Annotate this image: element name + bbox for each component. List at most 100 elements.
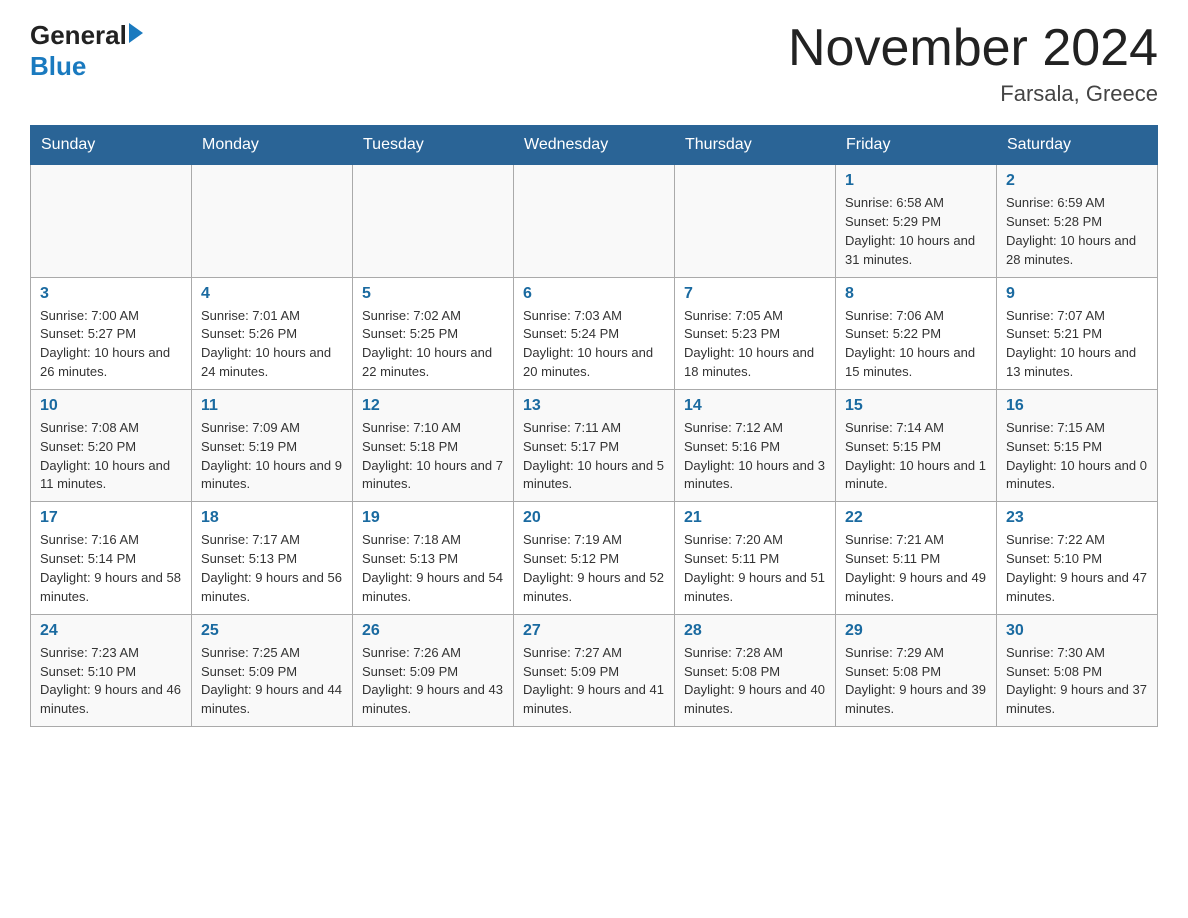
col-wednesday: Wednesday	[514, 126, 675, 165]
calendar-cell	[675, 165, 836, 277]
day-number: 20	[523, 509, 665, 527]
day-number: 18	[201, 509, 343, 527]
day-number: 19	[362, 509, 504, 527]
day-number: 23	[1006, 509, 1148, 527]
day-info: Sunrise: 7:05 AMSunset: 5:23 PMDaylight:…	[684, 307, 826, 382]
col-saturday: Saturday	[997, 126, 1158, 165]
col-monday: Monday	[192, 126, 353, 165]
day-number: 4	[201, 285, 343, 303]
calendar-cell: 6 Sunrise: 7:03 AMSunset: 5:24 PMDaylight…	[514, 277, 675, 389]
calendar-table: Sunday Monday Tuesday Wednesday Thursday…	[30, 125, 1158, 727]
day-number: 15	[845, 397, 987, 415]
day-number: 2	[1006, 172, 1148, 190]
col-friday: Friday	[836, 126, 997, 165]
day-number: 9	[1006, 285, 1148, 303]
day-info: Sunrise: 7:22 AMSunset: 5:10 PMDaylight:…	[1006, 531, 1148, 606]
day-info: Sunrise: 7:11 AMSunset: 5:17 PMDaylight:…	[523, 419, 665, 494]
calendar-cell: 22 Sunrise: 7:21 AMSunset: 5:11 PMDayligh…	[836, 502, 997, 614]
page-header: General Blue November 2024 Farsala, Gree…	[30, 20, 1158, 107]
day-info: Sunrise: 7:19 AMSunset: 5:12 PMDaylight:…	[523, 531, 665, 606]
day-number: 5	[362, 285, 504, 303]
day-info: Sunrise: 7:29 AMSunset: 5:08 PMDaylight:…	[845, 644, 987, 719]
calendar-cell: 12Sunrise: 7:10 AMSunset: 5:18 PMDayligh…	[353, 389, 514, 501]
calendar-cell: 23 Sunrise: 7:22 AMSunset: 5:10 PMDayligh…	[997, 502, 1158, 614]
month-year-title: November 2024	[788, 20, 1158, 77]
calendar-cell: 15 Sunrise: 7:14 AMSunset: 5:15 PMDayligh…	[836, 389, 997, 501]
calendar-cell: 16Sunrise: 7:15 AMSunset: 5:15 PMDayligh…	[997, 389, 1158, 501]
calendar-cell: 9 Sunrise: 7:07 AMSunset: 5:21 PMDaylight…	[997, 277, 1158, 389]
day-info: Sunrise: 7:16 AMSunset: 5:14 PMDaylight:…	[40, 531, 182, 606]
calendar-week-3: 10Sunrise: 7:08 AMSunset: 5:20 PMDayligh…	[31, 389, 1158, 501]
day-info: Sunrise: 7:08 AMSunset: 5:20 PMDaylight:…	[40, 419, 182, 494]
calendar-cell: 25Sunrise: 7:25 AMSunset: 5:09 PMDayligh…	[192, 614, 353, 726]
day-number: 28	[684, 622, 826, 640]
calendar-cell: 17Sunrise: 7:16 AMSunset: 5:14 PMDayligh…	[31, 502, 192, 614]
day-info: Sunrise: 7:01 AMSunset: 5:26 PMDaylight:…	[201, 307, 343, 382]
calendar-cell: 26 Sunrise: 7:26 AMSunset: 5:09 PMDayligh…	[353, 614, 514, 726]
day-info: Sunrise: 7:27 AMSunset: 5:09 PMDaylight:…	[523, 644, 665, 719]
day-number: 14	[684, 397, 826, 415]
calendar-body: 1 Sunrise: 6:58 AMSunset: 5:29 PMDaylight…	[31, 165, 1158, 727]
day-number: 25	[201, 622, 343, 640]
day-number: 6	[523, 285, 665, 303]
day-number: 16	[1006, 397, 1148, 415]
calendar-cell: 3Sunrise: 7:00 AMSunset: 5:27 PMDaylight…	[31, 277, 192, 389]
logo: General Blue	[30, 20, 143, 82]
logo-arrow-icon	[129, 23, 143, 43]
calendar-cell: 13Sunrise: 7:11 AMSunset: 5:17 PMDayligh…	[514, 389, 675, 501]
calendar-cell: 18 Sunrise: 7:17 AMSunset: 5:13 PMDayligh…	[192, 502, 353, 614]
day-info: Sunrise: 7:17 AMSunset: 5:13 PMDaylight:…	[201, 531, 343, 606]
calendar-cell: 1 Sunrise: 6:58 AMSunset: 5:29 PMDaylight…	[836, 165, 997, 277]
day-info: Sunrise: 7:00 AMSunset: 5:27 PMDaylight:…	[40, 307, 182, 382]
calendar-cell: 27Sunrise: 7:27 AMSunset: 5:09 PMDayligh…	[514, 614, 675, 726]
day-number: 21	[684, 509, 826, 527]
calendar-cell	[353, 165, 514, 277]
day-info: Sunrise: 7:28 AMSunset: 5:08 PMDaylight:…	[684, 644, 826, 719]
col-thursday: Thursday	[675, 126, 836, 165]
day-number: 24	[40, 622, 182, 640]
calendar-cell: 24 Sunrise: 7:23 AMSunset: 5:10 PMDayligh…	[31, 614, 192, 726]
title-block: November 2024 Farsala, Greece	[788, 20, 1158, 107]
day-info: Sunrise: 7:03 AMSunset: 5:24 PMDaylight:…	[523, 307, 665, 382]
day-info: Sunrise: 7:20 AMSunset: 5:11 PMDaylight:…	[684, 531, 826, 606]
calendar-cell: 19 Sunrise: 7:18 AMSunset: 5:13 PMDayligh…	[353, 502, 514, 614]
day-info: Sunrise: 7:14 AMSunset: 5:15 PMDaylight:…	[845, 419, 987, 494]
day-info: Sunrise: 7:12 AMSunset: 5:16 PMDaylight:…	[684, 419, 826, 494]
calendar-cell: 5Sunrise: 7:02 AMSunset: 5:25 PMDaylight…	[353, 277, 514, 389]
calendar-cell: 8 Sunrise: 7:06 AMSunset: 5:22 PMDaylight…	[836, 277, 997, 389]
day-number: 8	[845, 285, 987, 303]
calendar-week-2: 3Sunrise: 7:00 AMSunset: 5:27 PMDaylight…	[31, 277, 1158, 389]
day-info: Sunrise: 7:26 AMSunset: 5:09 PMDaylight:…	[362, 644, 504, 719]
day-info: Sunrise: 7:30 AMSunset: 5:08 PMDaylight:…	[1006, 644, 1148, 719]
day-number: 30	[1006, 622, 1148, 640]
day-info: Sunrise: 7:06 AMSunset: 5:22 PMDaylight:…	[845, 307, 987, 382]
day-info: Sunrise: 6:58 AMSunset: 5:29 PMDaylight:…	[845, 194, 987, 269]
day-info: Sunrise: 7:21 AMSunset: 5:11 PMDaylight:…	[845, 531, 987, 606]
calendar-cell: 14 Sunrise: 7:12 AMSunset: 5:16 PMDayligh…	[675, 389, 836, 501]
calendar-cell: 7Sunrise: 7:05 AMSunset: 5:23 PMDaylight…	[675, 277, 836, 389]
logo-blue: Blue	[30, 51, 143, 82]
calendar-cell: 20 Sunrise: 7:19 AMSunset: 5:12 PMDayligh…	[514, 502, 675, 614]
logo-general: General	[30, 20, 127, 51]
day-number: 26	[362, 622, 504, 640]
day-info: Sunrise: 7:07 AMSunset: 5:21 PMDaylight:…	[1006, 307, 1148, 382]
day-info: Sunrise: 7:18 AMSunset: 5:13 PMDaylight:…	[362, 531, 504, 606]
calendar-cell	[192, 165, 353, 277]
header-row: Sunday Monday Tuesday Wednesday Thursday…	[31, 126, 1158, 165]
calendar-cell	[514, 165, 675, 277]
calendar-week-5: 24 Sunrise: 7:23 AMSunset: 5:10 PMDayligh…	[31, 614, 1158, 726]
day-number: 22	[845, 509, 987, 527]
day-number: 29	[845, 622, 987, 640]
calendar-cell: 4 Sunrise: 7:01 AMSunset: 5:26 PMDaylight…	[192, 277, 353, 389]
calendar-week-1: 1 Sunrise: 6:58 AMSunset: 5:29 PMDaylight…	[31, 165, 1158, 277]
calendar-cell: 10Sunrise: 7:08 AMSunset: 5:20 PMDayligh…	[31, 389, 192, 501]
day-number: 11	[201, 397, 343, 415]
calendar-cell: 29 Sunrise: 7:29 AMSunset: 5:08 PMDayligh…	[836, 614, 997, 726]
location-subtitle: Farsala, Greece	[788, 81, 1158, 107]
calendar-cell: 30 Sunrise: 7:30 AMSunset: 5:08 PMDayligh…	[997, 614, 1158, 726]
calendar-cell	[31, 165, 192, 277]
day-info: Sunrise: 7:23 AMSunset: 5:10 PMDaylight:…	[40, 644, 182, 719]
calendar-header: Sunday Monday Tuesday Wednesday Thursday…	[31, 126, 1158, 165]
day-info: Sunrise: 6:59 AMSunset: 5:28 PMDaylight:…	[1006, 194, 1148, 269]
day-number: 1	[845, 172, 987, 190]
